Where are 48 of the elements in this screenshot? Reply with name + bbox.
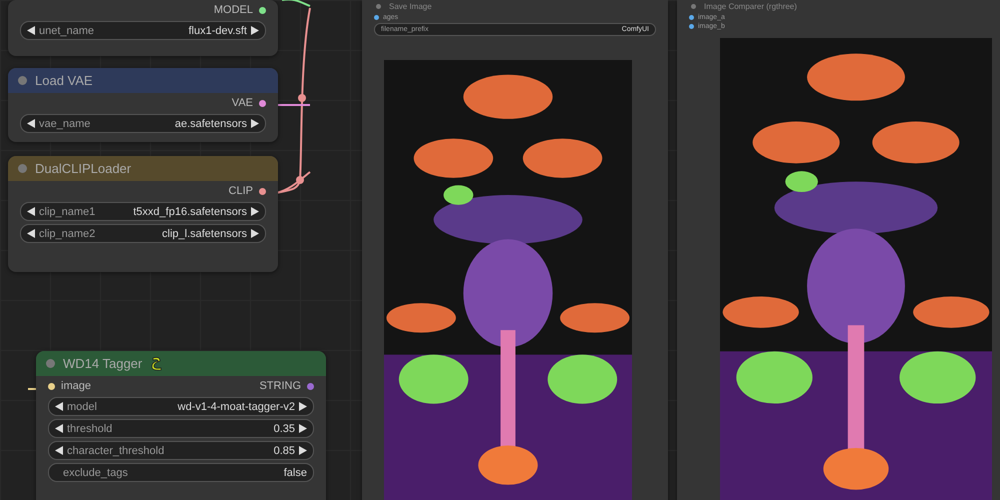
collapse-dot-icon[interactable]	[376, 4, 381, 8]
combo-widget[interactable]: vae_name ae.safetensors	[20, 114, 266, 133]
left-arrow-icon[interactable]	[27, 207, 35, 216]
input-dot[interactable]	[374, 15, 379, 20]
output-label: MODEL	[214, 4, 253, 16]
left-arrow-icon[interactable]	[55, 446, 63, 455]
right-arrow-icon[interactable]	[251, 229, 259, 238]
node-title: Load VAE	[35, 73, 93, 88]
link-dot	[298, 94, 306, 102]
input-dot[interactable]	[689, 24, 694, 29]
output-label: STRING	[259, 380, 301, 392]
combo-widget[interactable]: clip_name2 clip_l.safetensors	[20, 224, 266, 243]
node-title: Image Comparer (rgthree)	[704, 2, 797, 10]
left-arrow-icon[interactable]	[27, 26, 35, 35]
input-label: image	[61, 380, 91, 392]
output-dot[interactable]	[259, 6, 266, 14]
right-arrow-icon[interactable]	[251, 207, 259, 216]
toggle-widget[interactable]: exclude_tags false	[48, 463, 314, 482]
node-title: WD14 Tagger	[63, 356, 142, 371]
collapse-dot-icon[interactable]	[691, 4, 696, 8]
number-widget[interactable]: character_threshold 0.85	[48, 441, 314, 460]
link-dot	[296, 176, 304, 184]
link-wire	[28, 388, 36, 390]
output-dot[interactable]	[259, 100, 266, 106]
node-title: Save Image	[389, 2, 432, 10]
left-arrow-icon[interactable]	[27, 229, 35, 238]
right-arrow-icon[interactable]	[251, 119, 259, 128]
left-arrow-icon[interactable]	[55, 424, 63, 433]
collapse-dot-icon[interactable]	[18, 164, 27, 173]
number-widget[interactable]: threshold 0.35	[48, 419, 314, 438]
right-arrow-icon[interactable]	[251, 26, 259, 35]
input-dot[interactable]	[689, 15, 694, 20]
output-dot[interactable]	[259, 188, 266, 194]
combo-widget[interactable]: clip_name1 t5xxd_fp16.safetensors	[20, 202, 266, 221]
right-arrow-icon[interactable]	[299, 424, 307, 433]
left-arrow-icon[interactable]	[27, 119, 35, 128]
output-dot[interactable]	[307, 382, 314, 390]
left-arrow-icon[interactable]	[55, 402, 63, 411]
collapse-dot-icon[interactable]	[46, 359, 55, 368]
combo-widget[interactable]: model wd-v1-4-moat-tagger-v2	[48, 397, 314, 416]
output-label: VAE	[232, 97, 253, 109]
node-title: DualCLIPLoader	[35, 161, 132, 176]
collapse-dot-icon[interactable]	[18, 76, 27, 85]
combo-widget[interactable]: unet_name flux1-dev.sft	[20, 21, 266, 40]
output-label: CLIP	[228, 185, 253, 197]
right-arrow-icon[interactable]	[299, 402, 307, 411]
input-dot[interactable]	[48, 382, 55, 390]
right-arrow-icon[interactable]	[299, 446, 307, 455]
